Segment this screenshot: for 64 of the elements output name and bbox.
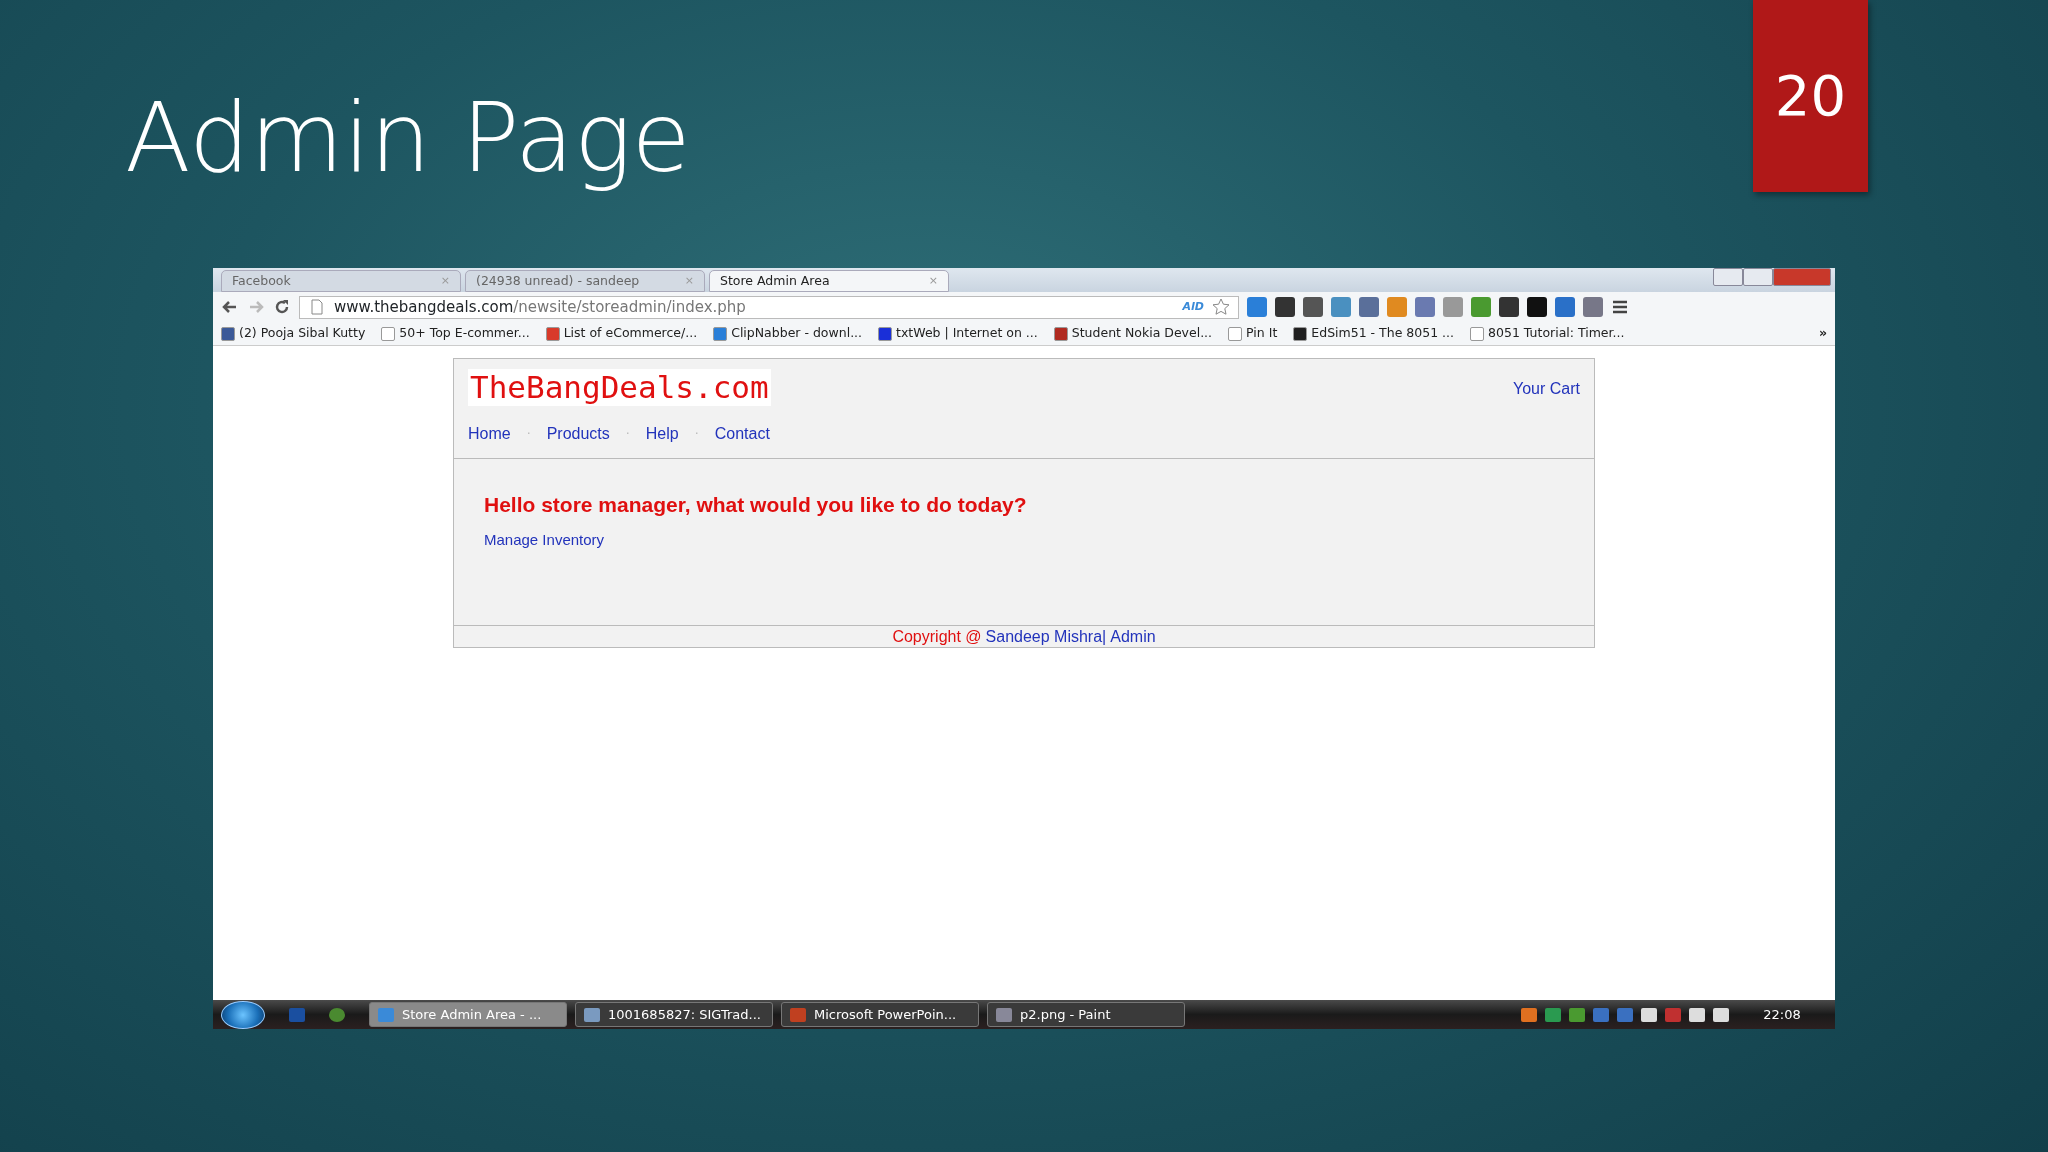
extension-icon[interactable] [1527,297,1547,317]
nav-link[interactable]: Contact [714,422,770,447]
app-icon [378,1007,394,1022]
cart-link[interactable]: Your Cart [1513,377,1580,401]
nav-separator: · [694,424,699,443]
close-button[interactable] [1773,268,1831,286]
bookmarks-overflow[interactable]: » [1818,324,1827,343]
bookmark-link[interactable]: txtWeb | Internet on ... [896,324,1038,343]
extension-icon[interactable] [1471,297,1491,317]
taskbar-button[interactable]: 1001685827: SIGTrad... [575,1002,773,1027]
tray-icon[interactable] [1713,1007,1729,1022]
bookmark-link[interactable]: 50+ Top E-commer... [399,324,530,343]
nav-link[interactable]: Home [468,422,511,447]
slide-number: 20 [1753,0,1868,192]
extension-icon[interactable] [1247,297,1267,317]
bookmark-link[interactable]: Pin It [1246,324,1278,343]
bookmark-link[interactable]: (2) Pooja Sibal Kutty [239,324,366,343]
star-icon[interactable] [1212,298,1230,316]
url-text: www.thebangdeals.com/newsite/storeadmin/index.php [334,296,746,318]
taskbar-button[interactable]: p2.png - Paint [987,1002,1185,1027]
extension-icon[interactable] [1331,297,1351,317]
browser-tab[interactable]: (24938 unread) - sandeep × [465,270,705,292]
admin-link[interactable]: Admin [1110,624,1156,649]
page-icon[interactable] [308,298,326,316]
site-logo[interactable]: TheBangDeals.com [468,369,771,407]
copyright-text: Copyright @ [892,626,982,647]
browser-tab[interactable]: Facebook × [221,270,461,292]
taskbar-button[interactable]: Microsoft PowerPoin... [781,1002,979,1027]
nav-link[interactable]: Products [546,422,610,447]
maximize-button[interactable] [1743,268,1773,286]
bookmark-link[interactable]: ClipNabber - downl... [731,324,863,343]
bookmark-link[interactable]: List of eCommerce/... [563,324,698,343]
slide-title: Admin Page [125,90,691,196]
browser-tab[interactable]: Store Admin Area × [709,270,949,292]
minimize-button[interactable] [1713,268,1743,286]
app-icon [996,1007,1012,1022]
author-link[interactable]: Sandeep Mishra| [985,624,1107,649]
tray-icon[interactable] [1689,1007,1705,1022]
app-icon [584,1007,600,1022]
extension-label[interactable]: AlD [1182,298,1204,316]
address-bar[interactable]: www.thebangdeals.com/newsite/storeadmin/index.php AlD [299,295,1239,319]
app-icon [790,1007,806,1022]
bookmark-link[interactable]: 8051 Tutorial: Timer... [1488,324,1625,343]
bookmark-link[interactable]: EdSim51 - The 8051 ... [1311,324,1455,343]
start-button[interactable] [221,1000,265,1029]
nav-separator: · [526,424,531,443]
extension-icon[interactable] [1303,297,1323,317]
nav-link[interactable]: Help [645,422,679,447]
welcome-heading: Hello store manager, what would you like to do today? [484,492,1028,518]
bookmark-link[interactable]: Student Nokia Devel... [1071,324,1213,343]
menu-icon[interactable] [1611,298,1629,316]
extension-icon[interactable] [1359,297,1379,317]
manage-inventory-link[interactable]: Manage Inventory [484,530,605,548]
extension-icon[interactable] [1555,297,1575,317]
extension-icon[interactable] [1415,297,1435,317]
clock-text[interactable]: 22:08 [1737,1004,1827,1025]
tray-icon[interactable] [1521,1007,1537,1022]
tray-icon[interactable] [1641,1007,1657,1022]
nav-separator: · [625,424,630,443]
reload-icon[interactable] [273,298,291,316]
extension-icon[interactable] [1583,297,1603,317]
extension-icon[interactable] [1443,297,1463,317]
extension-icon[interactable] [1499,297,1519,317]
extension-icon[interactable] [1275,297,1295,317]
